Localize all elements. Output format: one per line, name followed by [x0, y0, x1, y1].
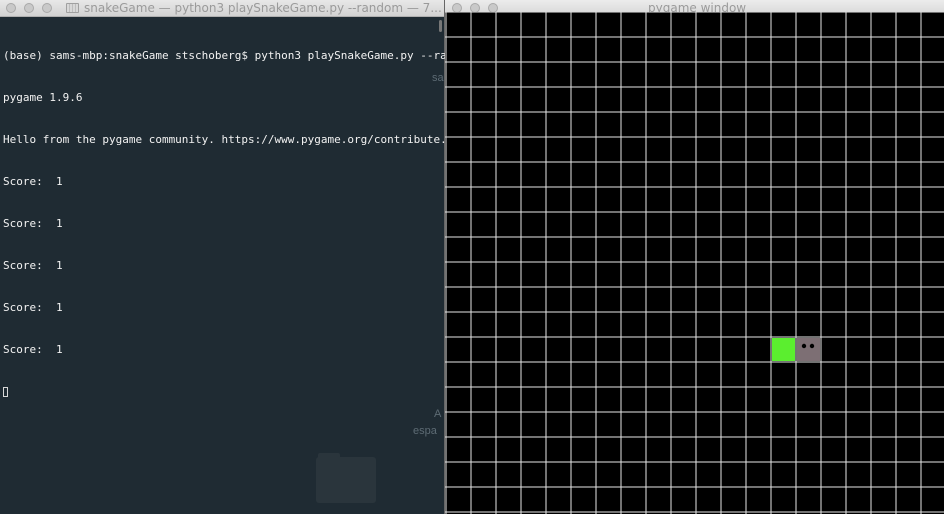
terminal-line: Score: 1	[3, 343, 63, 356]
snake-eye-left	[801, 343, 807, 349]
text-cursor	[3, 387, 8, 397]
terminal-line: Hello from the pygame community. https:/…	[3, 133, 474, 146]
terminal-window[interactable]: snakeGame — python3 playSnakeGame.py --r…	[0, 0, 474, 514]
terminal-line: pygame 1.9.6	[3, 91, 83, 104]
terminal-titlebar[interactable]: snakeGame — python3 playSnakeGame.py --r…	[0, 0, 444, 17]
terminal-scrollbar[interactable]	[439, 20, 442, 32]
terminal-output[interactable]: (base) sams-mbp:snakeGame stschoberg$ py…	[3, 21, 474, 427]
pygame-window[interactable]: pygame window	[445, 0, 944, 514]
terminal-line: Score: 1	[3, 217, 63, 230]
snake-eye-right	[809, 343, 815, 349]
food-pellet	[772, 338, 795, 361]
game-board[interactable]	[445, 12, 944, 514]
terminal-line: (base) sams-mbp:snakeGame stschoberg$ py…	[3, 49, 474, 62]
background-folder-icon	[316, 453, 376, 503]
terminal-line: Score: 1	[3, 301, 63, 314]
desktop: snakeGame — python3 playSnakeGame.py --r…	[0, 0, 944, 514]
terminal-line: Score: 1	[3, 175, 63, 188]
close-icon[interactable]	[6, 3, 16, 13]
zoom-icon[interactable]	[42, 3, 52, 13]
snake-head	[797, 338, 820, 361]
minimize-icon[interactable]	[24, 3, 34, 13]
terminal-title: snakeGame — python3 playSnakeGame.py --r…	[84, 1, 442, 15]
terminal-line: Score: 1	[3, 259, 63, 272]
folder-icon	[66, 3, 79, 13]
terminal-prompt-line[interactable]	[3, 385, 442, 399]
